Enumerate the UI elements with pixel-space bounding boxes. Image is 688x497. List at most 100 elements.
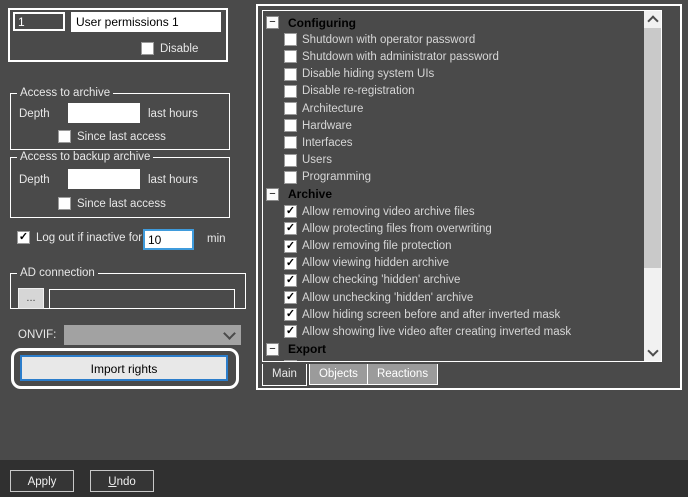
tree-item-row[interactable]: ✓ Allow unchecking 'hidden' archive [263, 289, 644, 306]
footer-bar: Apply Undo [0, 460, 688, 497]
undo-button[interactable]: Undo [90, 470, 154, 492]
tree-item-checkbox[interactable] [284, 359, 297, 361]
tree-item-row[interactable]: Architecture [263, 100, 644, 117]
tree-item-checkbox[interactable] [284, 119, 297, 133]
disable-label: Disable [160, 42, 199, 55]
backup-depth-field[interactable] [68, 169, 140, 189]
tree-item-row[interactable]: Shutdown with administrator password [263, 48, 644, 65]
tree-item-label: Hardware [302, 119, 352, 132]
tree-item-checkbox[interactable]: ✓ [284, 222, 297, 236]
apply-button[interactable]: Apply [10, 470, 74, 492]
chevron-down-icon [223, 326, 236, 340]
tree-item-checkbox[interactable]: ✓ [284, 256, 297, 270]
tree-item-checkbox[interactable] [284, 50, 297, 64]
tree-item-label: Users [302, 154, 333, 167]
tab-objects[interactable]: Objects [308, 364, 368, 385]
logout-row: ✓ Log out if inactive for [17, 231, 142, 244]
tree-item-checkbox[interactable]: ✓ [284, 308, 297, 322]
tree-item-row[interactable]: Disable re-registration [263, 83, 644, 100]
chevron-down-icon [646, 344, 659, 357]
collapse-icon[interactable]: − [266, 16, 279, 30]
vertical-scrollbar[interactable] [644, 11, 661, 361]
tree-item-row[interactable]: Disable hiding system UIs [263, 66, 644, 83]
collapse-icon[interactable]: − [266, 342, 279, 356]
permission-name-field[interactable] [71, 12, 221, 32]
tree-item-row[interactable]: ✓ Allow hiding screen before and after in… [263, 306, 644, 323]
tree-item-row[interactable]: ✓ Allow removing video archive files [263, 203, 644, 220]
archive-depth-field[interactable] [68, 103, 140, 123]
tree-item-row[interactable]: Shutdown with operator password [263, 31, 644, 48]
tree-item-label: Disable re-registration [302, 85, 415, 98]
tree-item-row[interactable]: ✓ Allow protecting files from overwriting [263, 220, 644, 237]
tab-main[interactable]: Main [262, 364, 307, 386]
tree-item-checkbox[interactable] [284, 67, 297, 81]
logout-minutes-field[interactable] [143, 229, 194, 250]
rights-tree-rows: − Configuring Shutdown with operator passw… [263, 11, 644, 361]
tree-item-checkbox[interactable] [284, 102, 297, 116]
depth-label: Depth [19, 174, 50, 186]
tree-item-row-clipped[interactable] [263, 358, 644, 361]
tab-reactions[interactable]: Reactions [366, 364, 439, 385]
since-last-access-label: Since last access [77, 130, 166, 143]
tree-item-label: Allow removing file protection [302, 240, 452, 253]
undo-mnemonic: U [108, 476, 117, 488]
tree-item-row[interactable]: Users [263, 152, 644, 169]
tree-item-checkbox[interactable]: ✓ [284, 205, 297, 219]
tree-item-checkbox[interactable] [284, 136, 297, 150]
disable-checkbox[interactable] [141, 42, 154, 55]
tree-section-row[interactable]: − Archive [263, 186, 644, 203]
tree-item-checkbox[interactable]: ✓ [284, 325, 297, 339]
permission-id-field[interactable] [13, 12, 65, 31]
logout-checkbox[interactable]: ✓ [17, 231, 30, 244]
ad-connection-field[interactable] [49, 289, 235, 309]
access-to-backup-archive-title: Access to backup archive [20, 151, 151, 163]
depth-label: Depth [19, 108, 50, 120]
tree-item-row[interactable]: Programming [263, 169, 644, 186]
disable-row: Disable [141, 42, 198, 55]
tree-section-row[interactable]: − Configuring [263, 14, 644, 31]
tree-item-label: Disable hiding system UIs [302, 68, 435, 81]
tree-item-label: Allow showing live video after creating … [302, 325, 572, 338]
onvif-dropdown[interactable] [64, 325, 241, 345]
browse-button[interactable]: ... [18, 288, 44, 309]
onvif-label: ONVIF: [18, 329, 57, 341]
rights-tree: − Configuring Shutdown with operator passw… [262, 10, 662, 362]
tree-item-checkbox[interactable] [284, 33, 297, 47]
tree-item-row[interactable]: ✓ Allow removing file protection [263, 237, 644, 254]
last-hours-label: last hours [148, 174, 198, 186]
tree-item-label: Shutdown with administrator password [302, 50, 499, 63]
collapse-icon[interactable]: − [266, 187, 279, 201]
tree-item-label: Allow checking 'hidden' archive [302, 274, 461, 287]
tree-item-checkbox[interactable]: ✓ [284, 239, 297, 253]
rights-panel: − Configuring Shutdown with operator passw… [256, 4, 682, 390]
tree-item-checkbox[interactable] [284, 170, 297, 184]
minutes-unit-label: min [207, 233, 226, 245]
since-last-access-checkbox[interactable] [58, 197, 71, 210]
tree-item-row[interactable]: ✓ Allow viewing hidden archive [263, 255, 644, 272]
tree-item-row[interactable]: Hardware [263, 117, 644, 134]
tree-item-label: Allow viewing hidden archive [302, 257, 450, 270]
tree-item-checkbox[interactable]: ✓ [284, 291, 297, 305]
tree-item-label: Shutdown with operator password [302, 33, 476, 46]
since-last-access-checkbox[interactable] [58, 130, 71, 143]
tree-section-row[interactable]: − Export [263, 341, 644, 358]
scroll-up-button[interactable] [644, 11, 661, 28]
since-last-access-row: Since last access [58, 197, 166, 210]
tree-item-checkbox[interactable] [284, 84, 297, 98]
scrollbar-thumb[interactable] [644, 28, 661, 268]
scroll-down-button[interactable] [644, 344, 661, 361]
tree-item-row[interactable]: ✓ Allow showing live video after creating… [263, 323, 644, 340]
ad-connection-group: AD connection ... [10, 267, 246, 309]
tree-item-label: Architecture [302, 102, 364, 115]
tree-item-label: Programming [302, 171, 372, 184]
since-last-access-row: Since last access [58, 130, 166, 143]
tree-item-row[interactable]: ✓ Allow checking 'hidden' archive [263, 272, 644, 289]
import-rights-button[interactable]: Import rights [20, 355, 228, 381]
tree-section-label: Configuring [288, 15, 356, 30]
tree-item-checkbox[interactable] [284, 153, 297, 167]
tree-item-label: Allow hiding screen before and after inv… [302, 308, 561, 321]
logout-label: Log out if inactive for [36, 231, 143, 244]
tree-item-label: Allow unchecking 'hidden' archive [302, 291, 474, 304]
tree-item-row[interactable]: Interfaces [263, 134, 644, 151]
tree-item-checkbox[interactable]: ✓ [284, 273, 297, 287]
